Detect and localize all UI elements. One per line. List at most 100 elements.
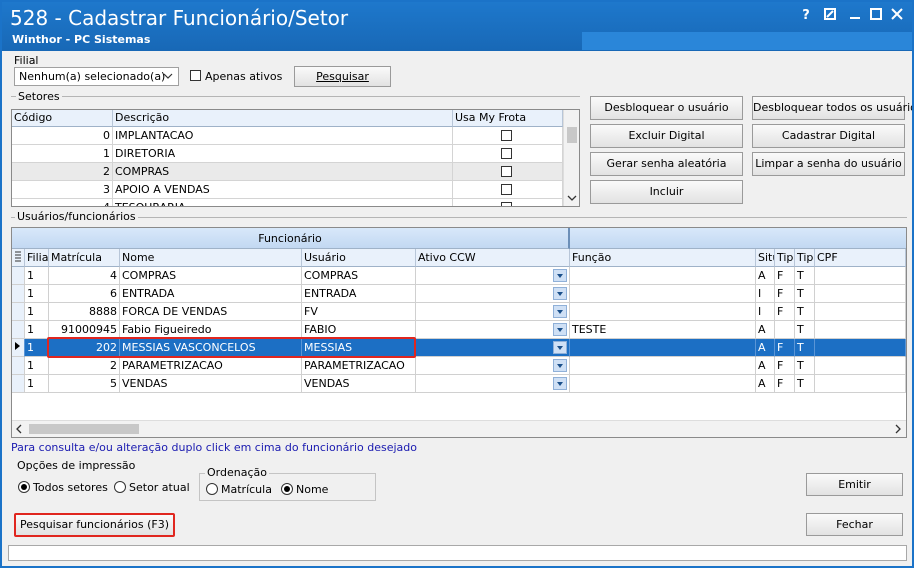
usa-my-frota-checkbox[interactable] — [501, 130, 512, 141]
cell-filial: 1 — [25, 285, 49, 303]
table-row[interactable]: 1 8888 FORCA DE VENDAS FV I F T — [12, 303, 906, 321]
table-row[interactable]: 1 2 PARAMETRIZACAO PARAMETRIZACAO A F T — [12, 357, 906, 375]
column-header-usa-my-frota[interactable]: Usa My Frota — [453, 110, 563, 127]
usa-my-frota-checkbox[interactable] — [501, 184, 512, 195]
chevron-down-icon[interactable] — [553, 341, 567, 354]
pesquisar-button[interactable]: Pesquisar — [294, 66, 391, 87]
column-header-funcao[interactable]: Função — [570, 249, 756, 267]
column-chooser-icon[interactable] — [12, 249, 24, 263]
restore-icon[interactable] — [822, 8, 838, 24]
cell-ativo-ccw[interactable] — [416, 267, 570, 285]
cell-tipo-1 — [775, 321, 795, 339]
column-header-cpf[interactable]: CPF — [815, 249, 906, 267]
column-header-usuario[interactable]: Usuário — [302, 249, 416, 267]
table-row[interactable]: 1 4 COMPRAS COMPRAS A F T — [12, 267, 906, 285]
usa-my-frota-checkbox[interactable] — [501, 166, 512, 177]
cell-situacao: A — [756, 321, 775, 339]
matricula-radio[interactable] — [206, 483, 218, 495]
cell-cpf — [815, 375, 906, 393]
table-row[interactable]: 0 IMPLANTACAO — [12, 127, 563, 145]
cell-nome: PARAMETRIZACAO — [120, 357, 302, 375]
cell-nome: COMPRAS — [120, 267, 302, 285]
cell-tipo-1: F — [775, 267, 795, 285]
cell-tipo-1: F — [775, 357, 795, 375]
column-header-nome[interactable]: Nome — [120, 249, 302, 267]
cell-funcao — [570, 357, 756, 375]
chevron-down-icon[interactable] — [567, 192, 577, 205]
chevron-down-icon[interactable] — [553, 287, 567, 300]
column-header-codigo[interactable]: Código — [12, 110, 113, 127]
cell-descricao: TESOURARIA — [113, 199, 453, 206]
help-icon[interactable]: ? — [798, 8, 814, 24]
table-row[interactable]: 2 COMPRAS — [12, 163, 563, 181]
limpar-senha-button[interactable]: Limpar a senha do usuário — [752, 152, 905, 176]
highlight-box — [47, 337, 416, 358]
chevron-down-icon[interactable] — [553, 269, 567, 282]
apenas-ativos-checkbox[interactable] — [190, 70, 201, 81]
title-bar-stripe — [582, 32, 912, 50]
fechar-button[interactable]: Fechar — [806, 513, 903, 536]
cell-ativo-ccw[interactable] — [416, 321, 570, 339]
desbloquear-usuario-button[interactable]: Desbloquear o usuário — [590, 96, 743, 120]
cell-tipo-2: T — [795, 321, 815, 339]
chevron-down-icon[interactable] — [553, 305, 567, 318]
cell-filial: 1 — [25, 267, 49, 285]
usa-my-frota-checkbox[interactable] — [501, 148, 512, 159]
table-row[interactable]: 4 TESOURARIA — [12, 199, 563, 206]
cell-ativo-ccw[interactable] — [416, 339, 570, 357]
usuarios-horizontal-scrollbar[interactable] — [12, 420, 906, 437]
table-row[interactable]: 1 5 VENDAS VENDAS A F T — [12, 375, 906, 393]
column-header-matricula[interactable]: Matrícula — [49, 249, 120, 267]
cell-ativo-ccw[interactable] — [416, 285, 570, 303]
cell-nome: VENDAS — [120, 375, 302, 393]
funcionario-band-header: Funcionário — [12, 228, 570, 249]
emitir-button[interactable]: Emitir — [806, 473, 903, 496]
cell-tipo-2: T — [795, 267, 815, 285]
scroll-thumb[interactable] — [29, 424, 139, 434]
cell-codigo: 4 — [12, 199, 113, 206]
chevron-down-icon[interactable] — [553, 359, 567, 372]
usuarios-grid[interactable]: Funcionário Filial Matrícula Nome Usuári… — [11, 227, 907, 438]
usa-my-frota-checkbox[interactable] — [501, 202, 512, 206]
scroll-thumb[interactable] — [567, 127, 577, 143]
setores-grid[interactable]: Código Descrição Usa My Frota 0 IMPLANTA… — [11, 109, 580, 207]
filial-select[interactable]: Nenhum(a) selecionado(a) — [14, 67, 179, 86]
excluir-digital-button[interactable]: Excluir Digital — [590, 124, 743, 148]
cell-usa-my-frota — [453, 181, 563, 198]
column-header-tipo-2[interactable]: Tip — [795, 249, 815, 267]
cell-funcao — [570, 303, 756, 321]
cell-codigo: 0 — [12, 127, 113, 144]
incluir-button[interactable]: Incluir — [590, 180, 743, 204]
todos-setores-radio[interactable] — [18, 481, 30, 493]
minimize-icon[interactable] — [847, 8, 863, 24]
close-icon[interactable] — [889, 8, 905, 24]
cell-ativo-ccw[interactable] — [416, 303, 570, 321]
cell-matricula: 4 — [49, 267, 120, 285]
table-row[interactable]: 3 APOIO A VENDAS — [12, 181, 563, 199]
setor-atual-radio[interactable] — [114, 481, 126, 493]
cell-ativo-ccw[interactable] — [416, 375, 570, 393]
column-header-situacao[interactable]: Situ — [756, 249, 775, 267]
chevron-right-icon[interactable] — [894, 424, 902, 437]
chevron-left-icon[interactable] — [15, 424, 23, 437]
maximize-icon[interactable] — [868, 8, 884, 24]
chevron-down-icon[interactable] — [553, 377, 567, 390]
desbloquear-todos-button[interactable]: Desbloquear todos os usuários — [752, 96, 912, 120]
setores-vertical-scrollbar[interactable] — [563, 110, 579, 206]
column-header-tipo-1[interactable]: Tip — [775, 249, 795, 267]
cadastrar-digital-button[interactable]: Cadastrar Digital — [752, 124, 905, 148]
nome-radio[interactable] — [281, 483, 293, 495]
gerar-senha-button[interactable]: Gerar senha aleatória — [590, 152, 743, 176]
chevron-down-icon[interactable] — [553, 323, 567, 336]
table-row[interactable]: 1 6 ENTRADA ENTRADA I F T — [12, 285, 906, 303]
cell-usuario: COMPRAS — [302, 267, 416, 285]
column-header-descricao[interactable]: Descrição — [113, 110, 453, 127]
row-indicator — [12, 321, 25, 339]
cell-ativo-ccw[interactable] — [416, 357, 570, 375]
column-header-filial[interactable]: Filial — [25, 249, 49, 267]
cell-situacao: A — [756, 267, 775, 285]
setores-group-label: Setores — [16, 90, 62, 103]
cell-funcao — [570, 267, 756, 285]
column-header-ativo-ccw[interactable]: Ativo CCW — [416, 249, 570, 267]
table-row[interactable]: 1 DIRETORIA — [12, 145, 563, 163]
